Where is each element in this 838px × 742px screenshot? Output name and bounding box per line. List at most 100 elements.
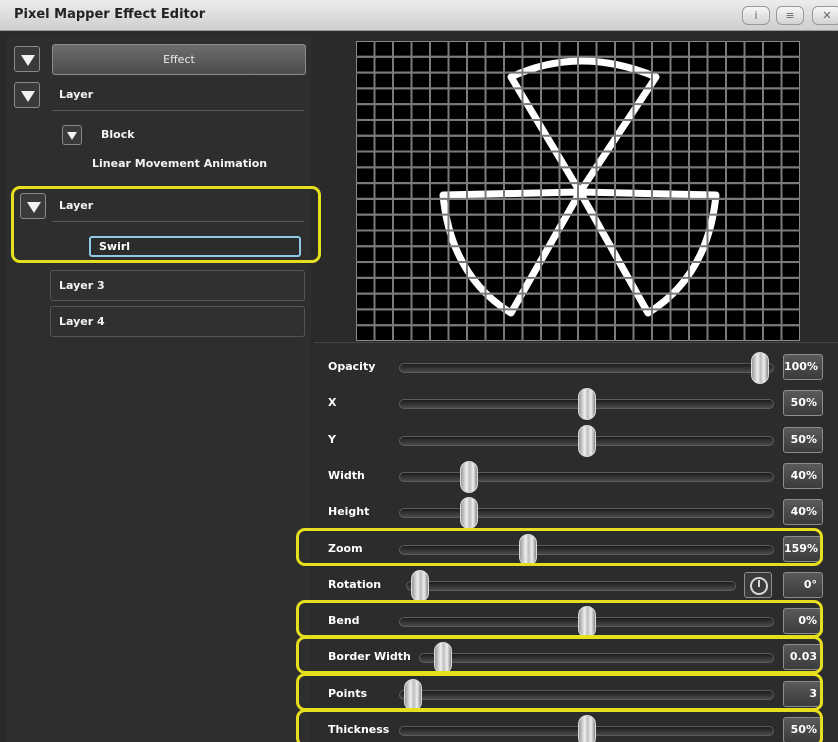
width-value[interactable]: 40% [783,462,823,489]
effect-button[interactable]: Effect [52,44,306,75]
preview-cell [653,215,670,230]
effect-expand-icon[interactable] [14,46,40,72]
close-icon: ✕ [822,9,832,22]
preview-cell [560,89,577,104]
preview-cell [727,136,744,151]
layer1-label[interactable]: Layer [59,88,93,101]
preview-cell [579,42,596,56]
preview-cell [412,247,429,262]
preview-cell [375,120,392,135]
width-slider-handle[interactable] [459,460,478,493]
height-value[interactable]: 40% [783,499,823,526]
x-value[interactable]: 50% [783,390,823,417]
preview-cell [523,73,540,88]
preview-cell [357,215,374,230]
preview-cell [616,310,633,325]
preview-cell [764,263,781,277]
preview-cell [523,326,540,340]
preview-cell [505,136,522,151]
preview-cell [727,199,744,214]
preview-cell [505,326,522,340]
preview-cell [468,73,485,88]
rotation-track[interactable] [406,580,736,591]
preview-cell [745,136,762,151]
preview-cell [468,120,485,135]
width-track[interactable] [399,471,774,482]
clock-icon[interactable] [744,571,772,598]
layer1-expand-icon[interactable] [14,82,40,108]
width-label: Width [328,468,365,482]
preview-cell [579,152,596,167]
preview-cell [764,73,781,88]
x-slider-row: X 50% [314,385,838,421]
preview-cell [764,326,781,340]
preview-cell [782,278,799,293]
preview-cell [634,168,651,183]
opacity-track[interactable] [399,363,774,373]
y-value[interactable]: 50% [783,426,823,453]
preview-cell [394,168,411,183]
preview-cell [597,42,614,56]
preview-cell [671,199,688,214]
preview-cell [486,120,503,135]
preview-cell [708,105,725,119]
border-width-highlight [296,636,823,675]
block-expand-icon[interactable] [62,125,82,145]
preview-cell [745,42,762,56]
rotation-value[interactable]: 0° [783,571,823,598]
preview-cell [634,215,651,230]
animation-label[interactable]: Linear Movement Animation [92,157,267,170]
preview-cell [690,152,707,167]
preview-cell [505,105,522,119]
preview-cell [579,231,596,246]
preview-cell [782,310,799,325]
preview-cell [764,120,781,135]
opacity-value[interactable]: 100% [783,354,823,380]
rotation-slider-handle[interactable] [411,569,429,602]
preview-cell [431,120,448,135]
preview-cell [449,294,466,309]
preview-cell [727,152,744,167]
close-button[interactable]: ✕ [812,6,838,25]
preview-cell [523,42,540,56]
height-track[interactable] [399,508,774,519]
x-slider-handle[interactable] [577,388,596,421]
opacity-slider-handle[interactable] [751,352,769,384]
preview-cell [394,310,411,325]
preview-cell [671,215,688,230]
preview-cell [394,231,411,246]
preview-cell [523,310,540,325]
preview-cell [727,89,744,104]
preview-cell [782,152,799,167]
preview-cell [468,294,485,309]
preview-cell [708,294,725,309]
preview-cell [653,120,670,135]
height-slider-handle[interactable] [459,497,478,530]
layer4-label[interactable]: Layer 4 [59,315,105,328]
block-label[interactable]: Block [101,128,135,141]
preview-cell [616,73,633,88]
preview-cell [653,57,670,72]
preview-cell [597,89,614,104]
preview-cell [671,326,688,340]
preview-cell [745,231,762,246]
preview-cell [505,168,522,183]
y-slider-handle[interactable] [577,424,596,457]
preview-cell [394,73,411,88]
preview-cell [412,184,429,198]
preview-cell [653,42,670,56]
preview-cell [634,326,651,340]
menu-button[interactable]: ≡ [776,6,804,25]
preview-cell [690,326,707,340]
preview-cell [357,278,374,293]
preview-cell [394,89,411,104]
info-button[interactable]: i [742,6,770,25]
layer3-label[interactable]: Layer 3 [59,279,105,292]
preview-cell [375,168,392,183]
preview-cell [764,247,781,262]
preview-cell [727,310,744,325]
preview-cell [486,152,503,167]
preview-cell [671,231,688,246]
preview-cell [375,42,392,56]
preview-cell [671,73,688,88]
